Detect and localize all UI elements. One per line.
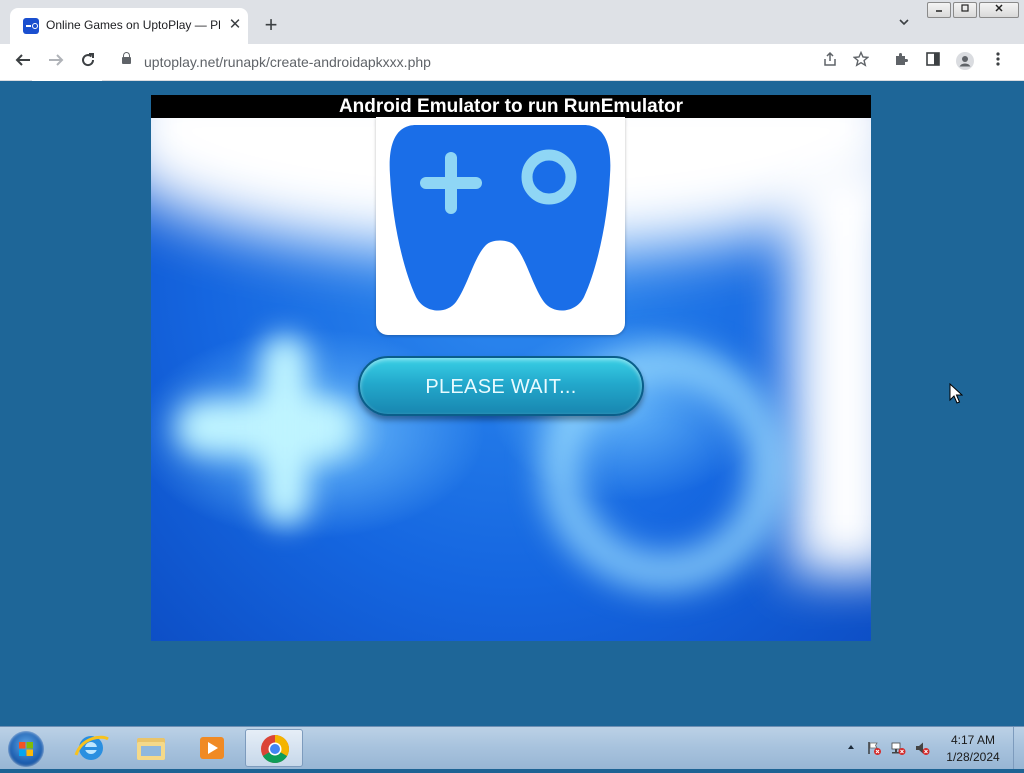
restore-button[interactable] [953, 2, 977, 18]
close-window-button[interactable] [979, 2, 1019, 18]
forward-arrow-icon[interactable] [45, 51, 67, 73]
tab-uptoplay[interactable]: Online Games on UptoPlay — Pl ✕ [10, 8, 248, 44]
tab-close-icon[interactable]: ✕ [227, 16, 243, 34]
blurred-plus-vertical [261, 335, 309, 525]
please-wait-button[interactable]: PLEASE WAIT... [358, 356, 644, 416]
tab-strip: Online Games on UptoPlay — Pl ✕ + [0, 0, 1024, 44]
media-player-icon[interactable] [183, 729, 241, 767]
emulator-banner: Android Emulator to run RunEmulator PLEA… [151, 95, 871, 641]
minimize-button[interactable] [927, 2, 951, 18]
gamepad-logo-icon [389, 125, 611, 311]
tab-title: Online Games on UptoPlay — Pl [46, 18, 220, 32]
chrome-icon[interactable] [245, 729, 303, 767]
file-explorer-icon[interactable] [122, 729, 180, 767]
uptoplay-favicon-icon [23, 18, 39, 34]
kebab-menu-icon[interactable] [987, 51, 1009, 73]
clock-time[interactable]: 4:17 AM [940, 733, 1006, 747]
banner-title: Android Emulator to run RunEmulator [338, 96, 684, 117]
extensions-puzzle-icon[interactable] [890, 51, 912, 73]
internet-explorer-icon[interactable] [62, 729, 120, 767]
show-desktop-button[interactable] [1013, 727, 1024, 769]
clock-date[interactable]: 1/28/2024 [940, 750, 1006, 764]
address-bar[interactable]: uptoplay.net/runapk/create-androidapkxxx… [112, 47, 882, 77]
volume-muted-icon[interactable] [914, 740, 930, 756]
page-content: Android Emulator to run RunEmulator PLEA… [0, 81, 1024, 726]
url-text[interactable]: uptoplay.net/runapk/create-androidapkxxx… [144, 54, 431, 70]
browser-toolbar: uptoplay.net/runapk/create-androidapkxxx… [0, 44, 1024, 81]
back-arrow-icon[interactable] [12, 51, 34, 73]
tab-search-icon[interactable] [894, 15, 914, 35]
star-icon[interactable] [850, 50, 872, 73]
network-icon[interactable] [890, 740, 906, 756]
start-orb[interactable] [8, 731, 44, 767]
gamepad-logo [376, 117, 625, 335]
profile-icon[interactable] [954, 51, 976, 73]
mouse-cursor-icon [949, 383, 963, 404]
new-tab-button[interactable]: + [259, 14, 283, 38]
windows-taskbar: 4:17 AM 1/28/2024 [0, 726, 1024, 769]
reload-icon[interactable] [77, 51, 99, 73]
browser-window: Online Games on UptoPlay — Pl ✕ + uptopl… [0, 0, 1024, 726]
windows-flag-icon [19, 742, 33, 756]
banner-title-bar: Android Emulator to run RunEmulator [151, 95, 871, 118]
banner-glow-right [791, 155, 871, 575]
share-icon[interactable] [819, 51, 841, 73]
show-hidden-icons-icon[interactable] [843, 740, 859, 756]
action-center-flag-icon[interactable] [866, 740, 882, 756]
side-panel-icon[interactable] [922, 51, 944, 73]
lock-icon[interactable] [122, 52, 131, 64]
